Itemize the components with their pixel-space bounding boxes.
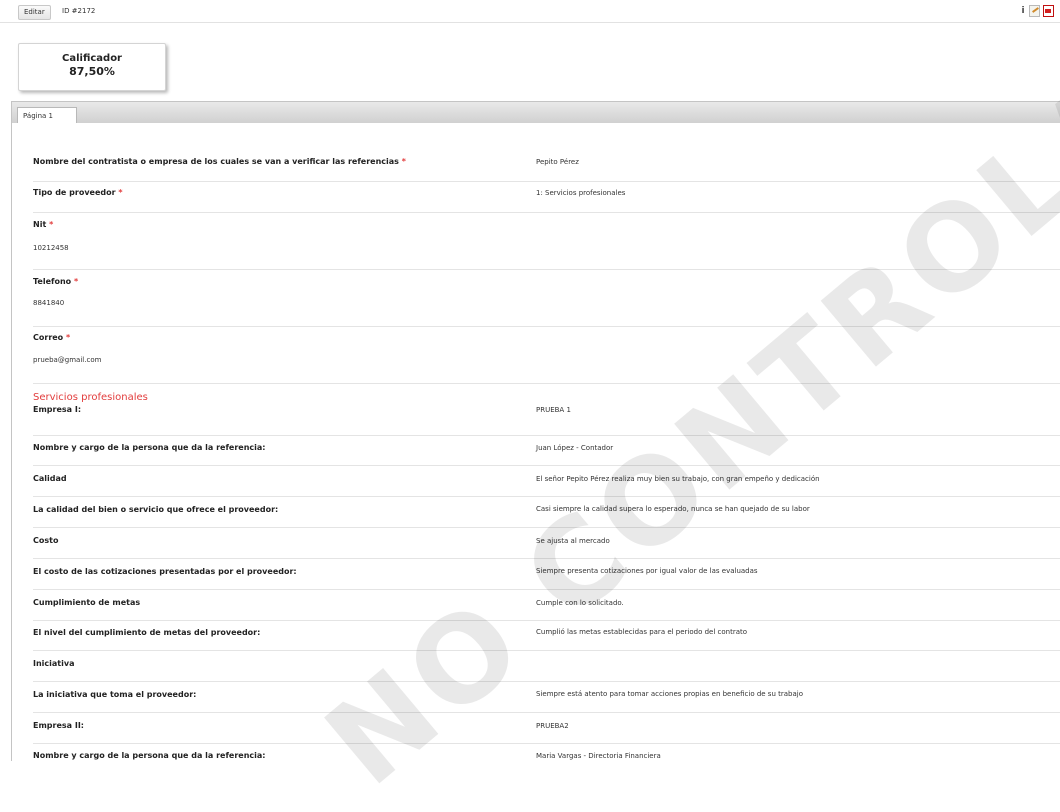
item-value: Siempre presenta cotizaciones por igual … [536, 567, 758, 575]
item-label: La iniciativa que toma el proveedor: [33, 690, 197, 699]
row-divider [33, 743, 1060, 744]
item-label: Iniciativa [33, 659, 75, 668]
toolbar-divider [0, 22, 1060, 23]
item-label: Cumplimiento de metas [33, 598, 141, 607]
edit-button[interactable]: Editar [18, 5, 51, 20]
required-marker: * [49, 220, 54, 229]
field-value: 1: Servicios profesionales [536, 189, 626, 197]
form-panel [11, 123, 1060, 761]
row-divider [33, 326, 1060, 327]
item-label: El nivel del cumplimiento de metas del p… [33, 628, 261, 637]
row-divider [33, 269, 1060, 270]
row-divider [33, 712, 1060, 713]
row-divider [33, 383, 1060, 384]
row-divider [33, 620, 1060, 621]
item-value: Cumplió las metas establecidas para el p… [536, 628, 748, 636]
row-divider [33, 558, 1060, 559]
row-divider [33, 681, 1060, 682]
item-label: Empresa I: [33, 405, 82, 414]
pdf-icon[interactable] [1043, 5, 1054, 17]
item-value: PRUEBA 1 [536, 406, 571, 414]
row-divider [33, 650, 1060, 651]
score-title: Calificador [62, 53, 122, 64]
row-divider [33, 589, 1060, 590]
item-label: Empresa II: [33, 721, 84, 730]
row-divider [33, 181, 1060, 182]
row-divider [33, 435, 1060, 436]
field-value: 10212458 [33, 244, 69, 252]
item-label: El costo de las cotizaciones presentadas… [33, 567, 297, 576]
field-label: Nit * [33, 220, 54, 229]
field-value: prueba@gmail.com [33, 356, 102, 364]
row-divider [33, 212, 1060, 213]
row-divider [33, 527, 1060, 528]
row-divider [33, 496, 1060, 497]
item-value: El señor Pepito Pérez realiza muy bien s… [536, 475, 820, 483]
item-value: Maria Vargas - Directoria Financiera [536, 752, 661, 760]
item-value: PRUEBA2 [536, 722, 569, 730]
record-id-label: ID #2172 [62, 7, 96, 15]
item-label: Nombre y cargo de la persona que da la r… [33, 751, 266, 760]
item-value: Casi siempre la calidad supera lo espera… [536, 505, 810, 513]
required-marker: * [65, 333, 71, 342]
required-marker: * [118, 188, 123, 197]
item-label: Costo [33, 536, 59, 545]
required-marker: * [73, 277, 79, 286]
item-label: Calidad [33, 474, 67, 483]
tab-pagina-1[interactable]: Página 1 [17, 107, 77, 124]
item-value: Juan López - Contador [536, 444, 614, 452]
item-value: Se ajusta al mercado [536, 537, 610, 545]
item-label: Nombre y cargo de la persona que da la r… [33, 443, 266, 452]
toolbar-icons: i [1020, 5, 1054, 17]
field-value: Pepito Pérez [536, 158, 579, 166]
item-value: Siempre está atento para tomar acciones … [536, 690, 803, 698]
score-card: Calificador 87,50% [18, 43, 166, 91]
tab-strip: Página 1 [11, 101, 1060, 124]
toolbar: Editar ID #2172 i [0, 0, 1060, 22]
field-label: Nombre del contratista o empresa de los … [33, 157, 406, 166]
item-label: La calidad del bien o servicio que ofrec… [33, 505, 279, 514]
score-value: 87,50% [69, 65, 115, 78]
row-divider [33, 465, 1060, 466]
field-value: 8841840 [33, 299, 65, 307]
field-label: Tipo de proveedor * [33, 188, 123, 197]
info-icon[interactable]: i [1020, 6, 1026, 16]
edit-icon[interactable] [1029, 5, 1040, 17]
field-label: Correo * [33, 333, 71, 342]
required-marker: * [401, 157, 406, 166]
section-title: Servicios profesionales [33, 392, 148, 403]
item-value: Cumple con lo solicitado. [536, 599, 624, 607]
field-label: Telefono * [33, 277, 79, 286]
